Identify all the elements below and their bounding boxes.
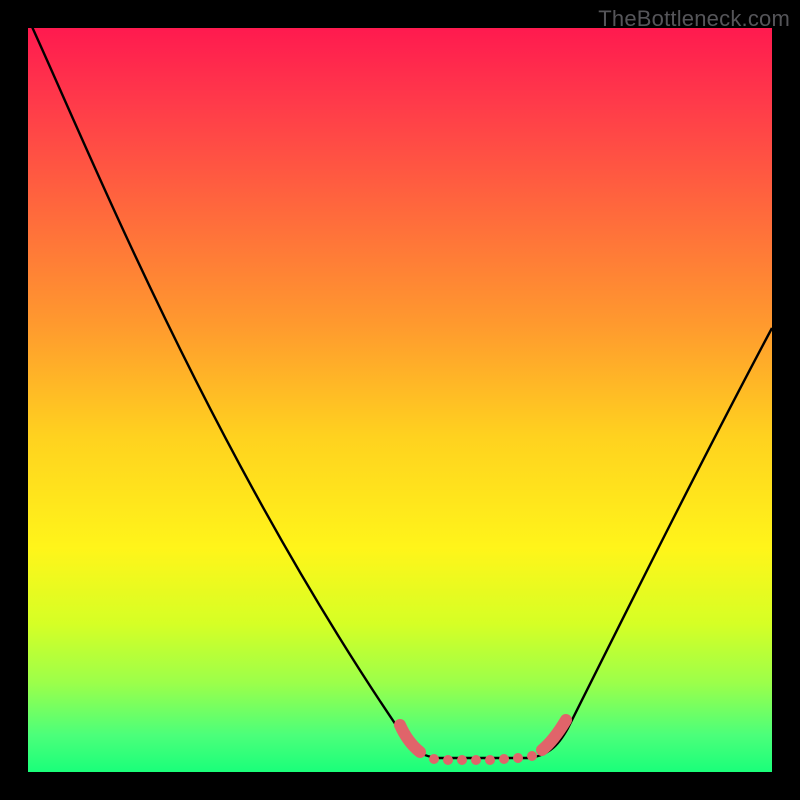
watermark-text: TheBottleneck.com xyxy=(598,6,790,32)
optimal-zone-left-mark xyxy=(400,725,420,752)
bottleneck-curve xyxy=(28,18,772,758)
optimal-zone-right-mark xyxy=(542,720,566,750)
chart-curves-layer xyxy=(28,28,772,772)
chart-frame: TheBottleneck.com xyxy=(0,0,800,800)
